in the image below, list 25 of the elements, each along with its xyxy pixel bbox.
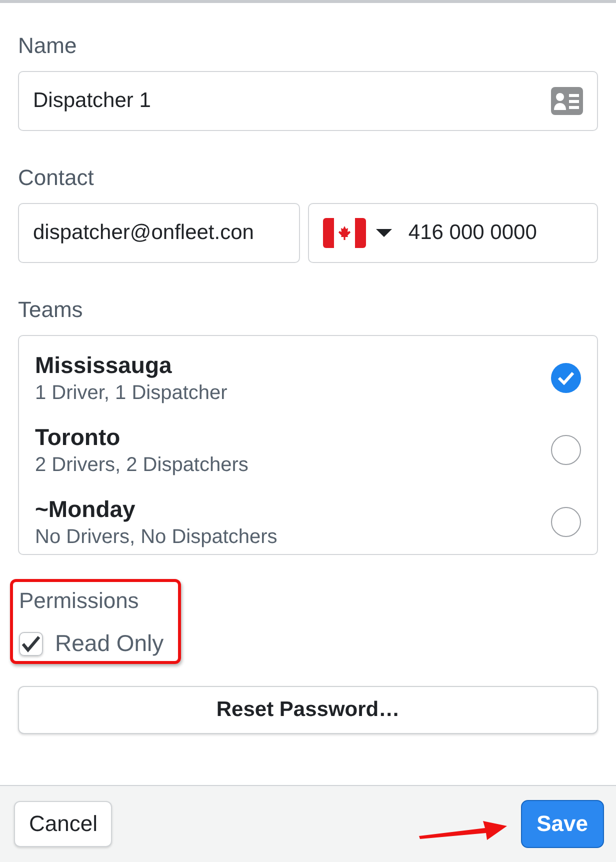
checkbox-label[interactable]: Read Only [55, 630, 164, 657]
checkbox[interactable] [19, 632, 43, 656]
contact-card-icon [551, 87, 583, 115]
team-name[interactable]: Toronto [35, 424, 120, 450]
permissions-label: Permissions [19, 588, 140, 614]
field-label: Name [18, 33, 77, 59]
phone-field[interactable]: 416 000 0000 [308, 203, 598, 263]
field-label: Teams [18, 297, 83, 323]
reset-password-button[interactable]: Reset Password… [18, 686, 598, 734]
name-field[interactable]: Dispatcher 1 [18, 71, 598, 131]
team-radio[interactable] [551, 435, 581, 465]
team-name[interactable]: ~Monday [35, 496, 136, 522]
team-detail: 2 Drivers, 2 Dispatchers [35, 454, 248, 476]
team-detail: 1 Driver, 1 Dispatcher [35, 382, 228, 404]
checkmark-icon [557, 371, 575, 385]
team-radio[interactable] [551, 363, 581, 393]
team-detail: No Drivers, No Dispatchers [35, 526, 278, 548]
flag-icon [323, 218, 366, 248]
field-label: Contact [18, 165, 94, 191]
team-name[interactable]: Mississauga [35, 352, 172, 378]
email-field[interactable]: dispatcher@onfleet.con [18, 203, 300, 263]
caret-icon[interactable] [376, 229, 392, 237]
cancel-button[interactable]: Cancel [14, 801, 112, 847]
team-radio[interactable] [551, 507, 581, 537]
save-button[interactable]: Save [520, 800, 604, 848]
